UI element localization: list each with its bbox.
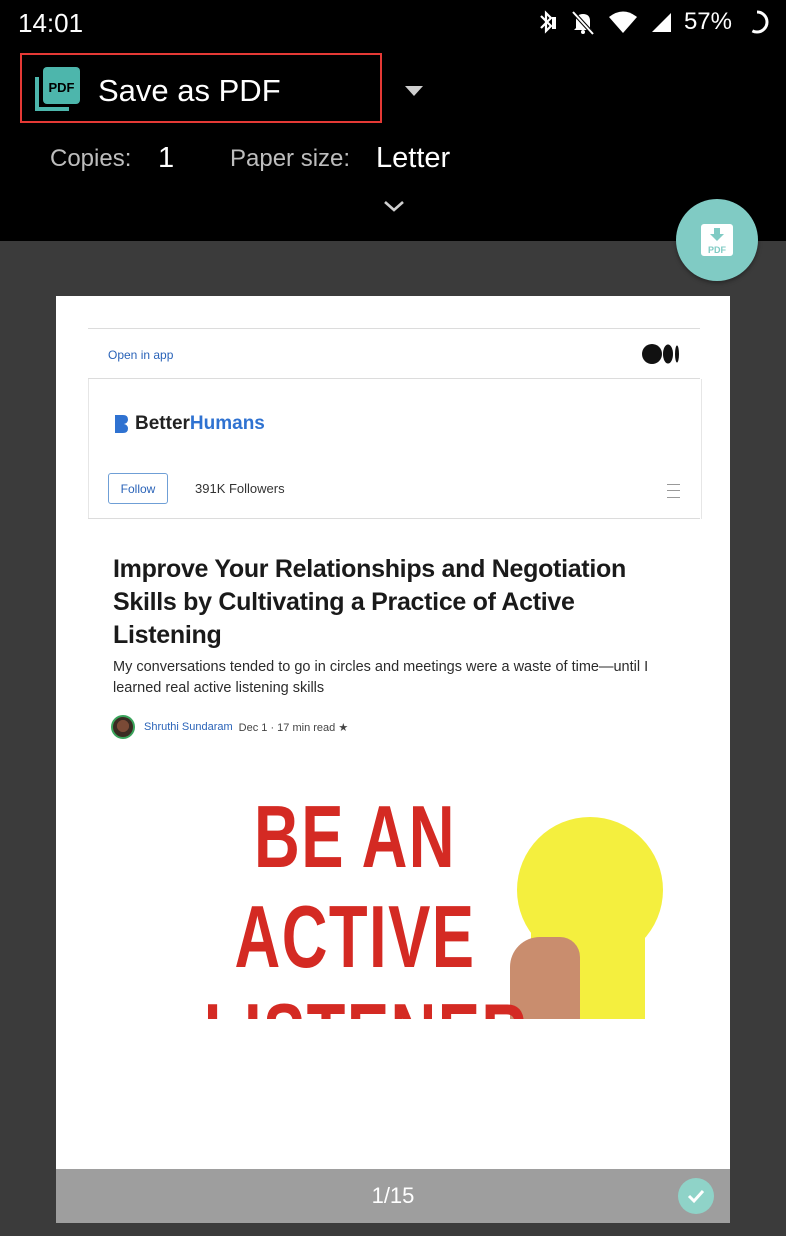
better-humans-logo-icon <box>115 415 128 433</box>
printer-name: Save as PDF <box>98 73 281 108</box>
battery-icon <box>745 10 769 34</box>
divider <box>88 328 700 329</box>
follow-button[interactable]: Follow <box>108 473 168 504</box>
signal-icon <box>651 13 671 32</box>
avatar[interactable] <box>111 715 135 739</box>
svg-text:PDF: PDF <box>49 80 75 95</box>
author-row: Shruthi Sundaram Dec 1 · 17 min read ★ <box>111 714 348 740</box>
printer-selector[interactable]: PDF Save as PDF <box>20 53 382 123</box>
article-subtitle: My conversations tended to go in circles… <box>113 659 649 696</box>
followers-count: 391K Followers <box>195 481 285 496</box>
copies-value[interactable]: 1 <box>158 142 174 175</box>
paper-size-value[interactable]: Letter <box>376 142 450 175</box>
paper-size-label: Paper size: <box>230 145 351 172</box>
hero-text-line: LISTENER <box>204 985 527 1019</box>
medium-logo-icon <box>642 344 680 364</box>
wifi-icon <box>608 11 637 33</box>
hero-text-line: BE AN <box>254 787 456 886</box>
pdf-download-icon: PDF <box>701 224 733 256</box>
battery-percent: 57% <box>683 8 732 35</box>
publication-card: Better Humans Follow 391K Followers <box>88 379 702 519</box>
publication-logo[interactable]: Better Humans <box>115 413 265 435</box>
copies-label: Copies: <box>50 145 132 172</box>
page-indicator-bar: 1/15 <box>56 1169 730 1223</box>
expand-options-chevron-icon[interactable] <box>382 198 406 214</box>
hero-text-line: ACTIVE <box>234 887 476 986</box>
bluetooth-icon <box>540 10 556 34</box>
article-meta: Dec 1 · 17 min read ★ <box>238 721 349 734</box>
menu-icon[interactable] <box>667 484 680 498</box>
page-number: 1/15 <box>371 1183 415 1208</box>
printer-dropdown-arrow-icon[interactable] <box>405 86 423 96</box>
open-in-app-link[interactable]: Open in app <box>108 348 173 362</box>
publication-name-part1: Better <box>135 413 190 434</box>
pdf-file-icon: PDF <box>35 67 80 111</box>
bell-off-icon <box>571 10 595 35</box>
download-pdf-button[interactable]: PDF <box>676 199 758 281</box>
article-headline: Improve Your Relationships and Negotiati… <box>113 555 626 649</box>
print-preview-page[interactable]: Open in app Better Humans Follow 391K Fol… <box>56 296 730 1222</box>
print-header: 14:01 57% PDF Save as PDF Copies: 1 Pape… <box>0 0 786 241</box>
author-name[interactable]: Shruthi Sundaram <box>144 721 233 733</box>
divider <box>88 518 700 519</box>
status-icons: 57% <box>536 6 770 38</box>
hero-image: BE AN ACTIVE LISTENER <box>145 787 665 1019</box>
svg-text:PDF: PDF <box>708 245 727 255</box>
publication-name-part2: Humans <box>189 413 265 434</box>
page-selected-check-icon[interactable] <box>678 1178 714 1214</box>
status-time: 14:01 <box>18 8 84 38</box>
